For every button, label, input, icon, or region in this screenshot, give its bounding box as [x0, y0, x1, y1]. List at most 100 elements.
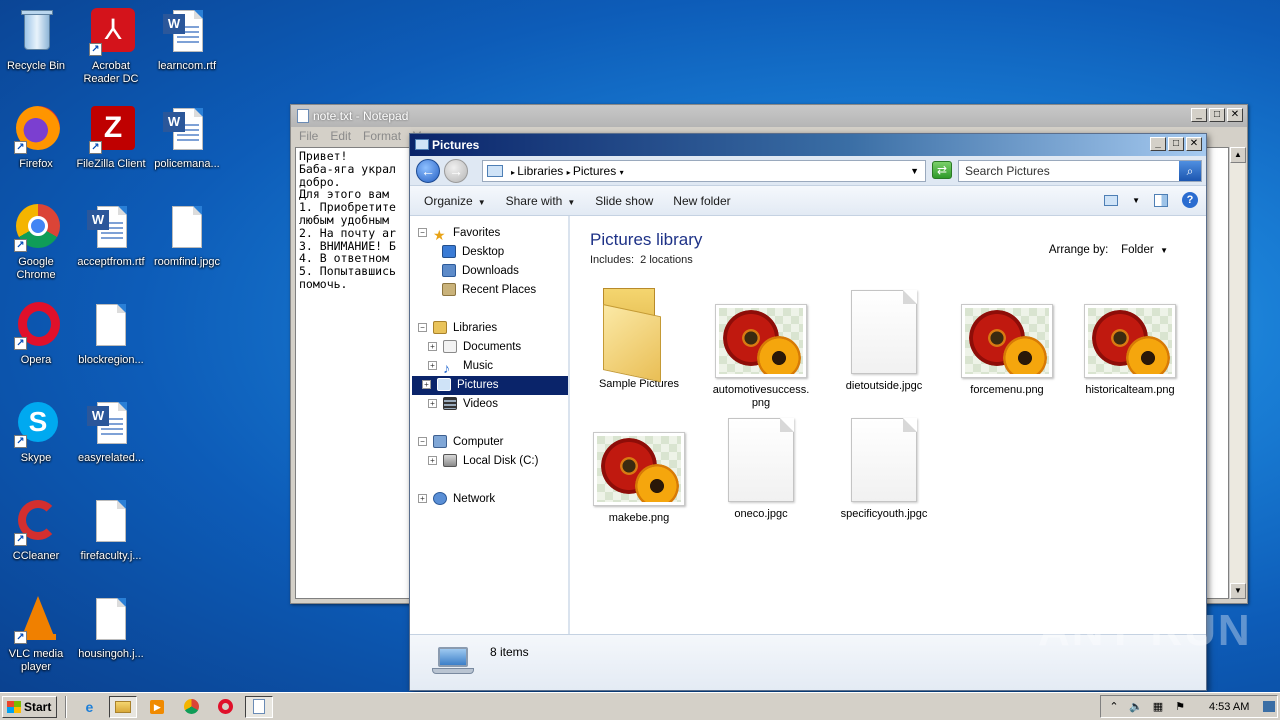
desktop-icon-ccleaner[interactable]: ↗ CCleaner — [0, 498, 74, 563]
volume-icon[interactable]: 🔈 — [1129, 700, 1143, 714]
breadcrumb-pictures[interactable]: Pictures — [573, 164, 616, 178]
maximize-button[interactable]: □ — [1168, 137, 1184, 151]
refresh-button[interactable]: ⇄ — [932, 161, 952, 179]
vlc-icon: ↗ — [12, 596, 60, 644]
image-thumbnail-icon — [961, 304, 1053, 378]
desktop-icon-learncom[interactable]: W learncom.rtf — [149, 8, 225, 73]
desktop-icon-roomfind[interactable]: roomfind.jpgc — [149, 204, 225, 269]
network-tray-icon[interactable]: ▦ — [1151, 700, 1165, 714]
minimize-button[interactable]: _ — [1150, 137, 1166, 151]
desktop-icon-vlc[interactable]: ↗ VLC media player — [0, 596, 74, 674]
desktop-icon-skype[interactable]: S ↗ Skype — [0, 400, 74, 465]
nav-libraries[interactable]: − Libraries — [418, 319, 497, 338]
view-options-dropdown-icon[interactable]: ▼ — [1132, 196, 1140, 205]
image-thumbnail-icon — [593, 432, 685, 506]
explorer-title-bar[interactable]: Pictures _ □ ✕ — [410, 134, 1206, 156]
nav-documents[interactable]: + Documents — [428, 338, 521, 357]
slide-show-button[interactable]: Slide show — [595, 194, 653, 208]
media-player-icon[interactable]: ▶ — [143, 696, 171, 718]
desktop-icon-chrome[interactable]: ↗ Google Chrome — [0, 204, 74, 282]
menu-edit[interactable]: Edit — [330, 127, 351, 145]
collapse-icon[interactable]: − — [418, 228, 427, 238]
desktop-icon-opera[interactable]: ↗ Opera — [0, 302, 74, 367]
nav-desktop[interactable]: Desktop — [442, 243, 504, 262]
menu-file[interactable]: File — [299, 127, 318, 145]
address-dropdown-icon[interactable]: ▼ — [910, 161, 919, 181]
forward-button[interactable]: → — [444, 158, 468, 183]
desktop-icon-firefox[interactable]: ↗ Firefox — [0, 106, 74, 171]
file-item[interactable]: specificyouth.jpgc — [829, 418, 939, 521]
change-view-icon[interactable] — [1104, 194, 1119, 206]
collapse-icon[interactable]: − — [418, 323, 427, 333]
help-icon[interactable]: ? — [1182, 192, 1198, 208]
share-with-button[interactable]: Share with ▼ — [506, 194, 576, 208]
file-item[interactable]: forcemenu.png — [952, 304, 1062, 397]
desktop-icon-recycle-bin[interactable]: Recycle Bin — [0, 8, 74, 73]
maximize-button[interactable]: □ — [1209, 108, 1225, 122]
nav-computer[interactable]: − Computer — [418, 433, 504, 452]
nav-recent-places[interactable]: Recent Places — [442, 281, 536, 300]
nav-network[interactable]: + Network — [418, 490, 495, 509]
organize-button[interactable]: Organize ▼ — [424, 194, 486, 208]
nav-pictures[interactable]: + Pictures — [412, 376, 568, 395]
file-item[interactable]: historicalteam.png — [1075, 304, 1185, 397]
expand-icon[interactable]: + — [428, 342, 437, 352]
blank-file-icon — [87, 498, 135, 546]
desktop-icon-acceptfrom[interactable]: W acceptfrom.rtf — [73, 204, 149, 269]
notepad-scrollbar[interactable]: ▲ ▼ — [1229, 147, 1246, 599]
show-desktop-icon[interactable] — [1263, 701, 1276, 712]
nav-downloads[interactable]: Downloads — [442, 262, 519, 281]
notepad-taskbar-icon[interactable] — [245, 695, 274, 718]
close-button[interactable]: ✕ — [1227, 108, 1243, 122]
search-icon[interactable]: ⌕ — [1179, 161, 1201, 181]
address-bar[interactable]: ▸ Libraries ▸ Pictures ▾ ▼ — [482, 160, 926, 182]
nav-favorites[interactable]: − ★ Favorites — [418, 224, 500, 243]
nav-music[interactable]: + ♪ Music — [428, 357, 493, 376]
desktop-icon-acrobat[interactable]: ⅄ ↗ Acrobat Reader DC — [73, 8, 149, 86]
collapse-icon[interactable]: − — [418, 437, 427, 447]
breadcrumb-libraries[interactable]: Libraries — [517, 164, 563, 178]
desktop-icon-policemana[interactable]: W policemana... — [149, 106, 225, 171]
desktop-icon-housingoh[interactable]: housingoh.j... — [73, 596, 149, 661]
file-item[interactable]: dietoutside.jpgc — [829, 290, 939, 393]
new-folder-button[interactable]: New folder — [673, 194, 730, 208]
show-hidden-icons-icon[interactable]: ⌃ — [1107, 700, 1121, 714]
action-center-flag-icon[interactable]: ⚑ — [1173, 700, 1187, 714]
expand-icon[interactable]: + — [428, 399, 437, 409]
locations-link[interactable]: 2 locations — [640, 254, 693, 266]
desktop-icon-easyrelated[interactable]: W easyrelated... — [73, 400, 149, 465]
desktop-icon-firefaculty[interactable]: firefaculty.j... — [73, 498, 149, 563]
expand-icon[interactable]: + — [428, 361, 437, 371]
opera-taskbar-icon[interactable] — [211, 696, 239, 718]
pictures-library-icon — [487, 165, 503, 177]
preview-pane-icon[interactable] — [1154, 193, 1168, 207]
file-item[interactable]: makebe.png — [584, 432, 694, 525]
desktop-icon-blockregion[interactable]: blockregion... — [73, 302, 149, 367]
file-item[interactable]: oneco.jpgc — [706, 418, 816, 521]
start-button[interactable]: Start — [2, 695, 58, 718]
menu-format[interactable]: Format — [363, 127, 401, 145]
internet-explorer-icon[interactable]: e — [75, 696, 103, 718]
notepad-title-bar[interactable]: note.txt - Notepad _ □ ✕ — [291, 105, 1247, 127]
explorer-taskbar-icon[interactable] — [109, 695, 138, 718]
nav-videos[interactable]: + Videos — [428, 395, 498, 414]
nav-local-disk[interactable]: + Local Disk (C:) — [428, 452, 538, 471]
expand-icon[interactable]: + — [422, 380, 431, 390]
minimize-button[interactable]: _ — [1191, 108, 1207, 122]
breadcrumb-dropdown-icon[interactable]: ▾ — [620, 168, 624, 177]
desktop-icon-filezilla[interactable]: Z ↗ FileZilla Client — [73, 106, 149, 171]
search-input[interactable]: Search Pictures ⌕ — [958, 160, 1202, 182]
word-document-icon: W — [163, 8, 211, 56]
chrome-taskbar-icon[interactable] — [177, 696, 205, 718]
desktop-icon-label: easyrelated... — [77, 452, 145, 464]
back-button[interactable]: ← — [416, 158, 440, 183]
expand-icon[interactable]: + — [428, 456, 437, 466]
file-item[interactable]: automotivesuccess. png — [706, 304, 816, 410]
close-button[interactable]: ✕ — [1186, 137, 1202, 151]
clock[interactable]: 4:53 AM — [1209, 701, 1249, 713]
file-item[interactable]: Sample Pictures — [584, 284, 694, 391]
expand-icon[interactable]: + — [418, 494, 427, 504]
scroll-up-icon[interactable]: ▲ — [1230, 147, 1246, 163]
arrange-by-dropdown[interactable]: Folder ▼ — [1121, 244, 1168, 256]
scroll-down-icon[interactable]: ▼ — [1230, 583, 1246, 599]
